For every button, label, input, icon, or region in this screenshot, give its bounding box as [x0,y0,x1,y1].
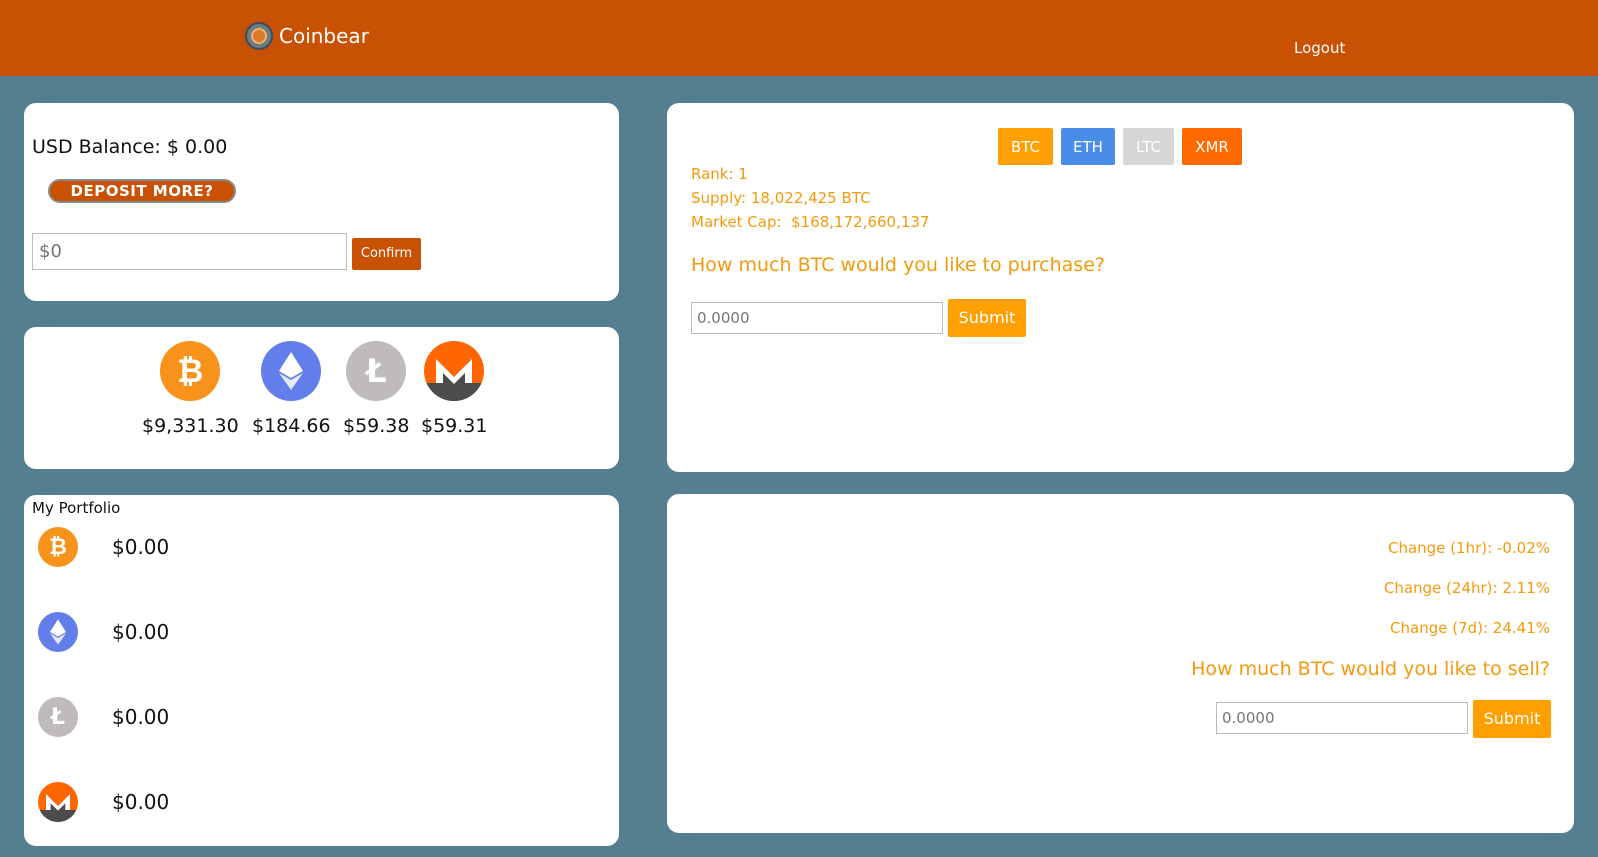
price-value: $184.66 [252,415,331,437]
portfolio-row-eth: $0.00 [38,612,169,652]
price-eth: $184.66 [252,341,331,437]
coin-market-cap: Market Cap: $168,172,660,137 [691,213,930,231]
portfolio-value: $0.00 [112,535,170,559]
change-7d: Change (7d): 24.41% [1390,619,1550,637]
top-navbar: Coinbear Logout [0,0,1598,76]
portfolio-value: $0.00 [112,620,170,644]
brand[interactable]: Coinbear [245,22,369,50]
tab-xmr[interactable]: XMR [1182,128,1242,165]
portfolio-row-btc: ₿ $0.00 [38,527,169,567]
balance-card: USD Balance: $ 0.00 DEPOSIT MORE? Confir… [24,103,619,301]
confirm-button[interactable]: Confirm [352,238,421,270]
price-value: $59.38 [343,415,410,437]
coin-rank: Rank: 1 [691,165,748,183]
bear-logo-icon [245,22,273,50]
sell-card: Change (1hr): -0.02% Change (24hr): 2.11… [667,494,1574,833]
monero-icon [424,341,485,401]
sell-question: How much BTC would you like to sell? [1191,658,1550,680]
price-value: $9,331.30 [142,415,239,437]
portfolio-row-xmr: $0.00 [38,782,169,822]
purchase-question: How much BTC would you like to purchase? [691,254,1105,276]
price-ltc: Ł $59.38 [343,341,409,437]
portfolio-row-ltc: Ł $0.00 [38,697,169,737]
portfolio-value: $0.00 [112,705,170,729]
tab-eth[interactable]: ETH [1061,128,1115,165]
prices-card: ₿ $9,331.30 $184.66 Ł $59.38 $59.31 [24,327,619,469]
sell-amount-input[interactable] [1216,702,1468,734]
coin-supply: Supply: 18,022,425 BTC [691,189,871,207]
ethereum-icon [261,341,322,401]
tab-ltc[interactable]: LTC [1123,128,1174,165]
monero-icon [38,782,78,822]
buy-card: BTC ETH LTC XMR Rank: 1 Supply: 18,022,4… [667,103,1574,472]
change-1h: Change (1hr): -0.02% [1387,539,1550,557]
sell-submit-button[interactable]: Submit [1473,700,1551,738]
change-24h: Change (24hr): 2.11% [1383,579,1550,597]
price-btc: ₿ $9,331.30 [142,341,239,437]
bitcoin-icon: ₿ [160,341,221,401]
tab-btc[interactable]: BTC [998,128,1053,165]
price-xmr: $59.31 [421,341,487,437]
logout-link[interactable]: Logout [1294,39,1345,57]
portfolio-title: My Portfolio [32,499,121,517]
coin-tabs: BTC ETH LTC XMR [998,128,1242,165]
litecoin-icon: Ł [346,341,407,401]
portfolio-value: $0.00 [112,790,170,814]
usd-balance: USD Balance: $ 0.00 [32,136,228,158]
litecoin-icon: Ł [38,697,78,737]
deposit-more-button[interactable]: DEPOSIT MORE? [48,179,236,203]
bitcoin-icon: ₿ [38,527,78,567]
price-value: $59.31 [421,415,488,437]
portfolio-card: My Portfolio ₿ $0.00 $0.00 Ł $0.00 $0.00 [24,495,619,846]
ethereum-icon [38,612,78,652]
brand-name: Coinbear [279,24,369,48]
deposit-amount-input[interactable] [32,233,347,270]
purchase-submit-button[interactable]: Submit [948,299,1026,337]
purchase-amount-input[interactable] [691,302,943,334]
